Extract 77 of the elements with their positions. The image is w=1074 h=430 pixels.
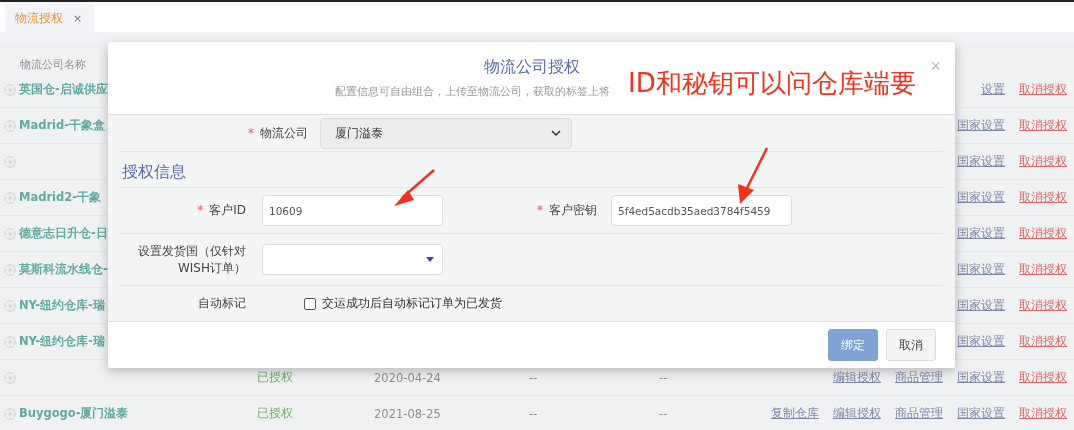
plus-circle-icon[interactable] [4, 263, 16, 276]
plus-circle-icon[interactable] [4, 83, 16, 96]
company-name: 英国仓-启诚供应 [19, 82, 108, 96]
plus-circle-icon[interactable] [4, 371, 16, 384]
date-text: 2021-08-25 [374, 406, 442, 421]
action-link[interactable]: 国家设置 [957, 154, 1005, 169]
action-link[interactable]: 国家设置 [957, 190, 1005, 205]
date-text: 2020-04-24 [374, 370, 442, 385]
action-link[interactable]: 取消授权 [1019, 406, 1067, 421]
action-link[interactable]: 设置 [981, 82, 1005, 97]
status-text: 已授权 [257, 406, 294, 421]
required-mark: * [197, 203, 204, 217]
chevron-down-icon [551, 129, 561, 137]
checkbox[interactable] [304, 297, 316, 310]
status-text: 已授权 [257, 370, 294, 385]
action-link[interactable]: 编辑授权 [833, 370, 881, 385]
field-label: * 客户密钥 [536, 202, 598, 219]
action-link[interactable]: 编辑授权 [833, 406, 881, 421]
action-link[interactable]: 国家设置 [957, 334, 1005, 349]
company-name: NY-纽约仓库-瑞 [19, 298, 105, 312]
close-icon[interactable]: × [73, 11, 83, 25]
cancel-button[interactable]: 取消 [886, 329, 936, 361]
action-link[interactable]: 商品管理 [895, 370, 943, 385]
plus-circle-icon[interactable] [4, 299, 16, 312]
company-name: Madrid-干象盒 [19, 118, 106, 132]
field-label: 自动标记 [197, 295, 247, 312]
input-field[interactable]: 5f4ed5acdb35aed3784f5459 [611, 195, 792, 226]
action-link[interactable]: 取消授权 [1019, 334, 1067, 349]
action-link[interactable]: 国家设置 [957, 226, 1005, 241]
dialog-title: 物流公司授权 [483, 57, 580, 78]
company-name: 德意志日升仓-日 [19, 226, 108, 240]
action-link[interactable]: 国家设置 [957, 406, 1005, 421]
table-cell-text: -- [659, 370, 669, 385]
table-cell-text: -- [659, 406, 669, 421]
section-title: 授权信息 [120, 152, 943, 188]
plus-circle-icon[interactable] [4, 407, 16, 420]
required-mark: * [537, 203, 543, 217]
company-name: Madrid2-干象 [19, 190, 102, 204]
plus-circle-icon[interactable] [4, 227, 16, 240]
action-link[interactable]: 国家设置 [957, 118, 1005, 133]
action-link[interactable]: 国家设置 [957, 370, 1005, 385]
action-link[interactable]: 复制仓库 [771, 406, 819, 421]
annotation-text: ID和秘钥可以问仓库端要 [628, 67, 916, 100]
tab[interactable]: 物流授权 × [5, 4, 95, 32]
action-link[interactable]: 取消授权 [1019, 298, 1067, 313]
field-label: 设置发货国（仅针对WISH订单） [137, 242, 247, 277]
action-link[interactable]: 商品管理 [895, 406, 943, 421]
table-cell-text: -- [529, 370, 539, 385]
company-name: 莫斯科流水线仓- [19, 262, 108, 276]
action-link[interactable]: 取消授权 [1019, 154, 1067, 169]
action-link[interactable]: 取消授权 [1019, 118, 1067, 133]
close-button[interactable]: × [930, 56, 941, 77]
bind-button[interactable]: 绑定 [828, 329, 878, 361]
action-link[interactable]: 取消授权 [1019, 82, 1067, 97]
country-select[interactable] [262, 244, 443, 275]
company-name: Buygogo-厦门溢泰 [19, 406, 129, 420]
plus-circle-icon[interactable] [4, 119, 16, 132]
checkbox-label: 交运成功后自动标记订单为已发货 [322, 295, 502, 312]
company-name: NY-纽约仓库-瑞 [19, 334, 105, 348]
action-link[interactable]: 国家设置 [957, 262, 1005, 277]
input-field[interactable]: 10609 [262, 195, 443, 226]
plus-circle-icon[interactable] [4, 155, 16, 168]
action-link[interactable]: 取消授权 [1019, 262, 1067, 277]
required-mark: * [248, 125, 254, 140]
action-link[interactable]: 国家设置 [957, 298, 1005, 313]
field-label: * 客户ID [196, 202, 247, 219]
table-cell-text: -- [529, 406, 539, 421]
caret-down-icon [426, 257, 434, 262]
plus-circle-icon[interactable] [4, 335, 16, 348]
dialog-subtitle: 配置信息可自由组合，上传至物流公司，获取的标签上将 [335, 84, 610, 99]
action-link[interactable]: 取消授权 [1019, 226, 1067, 241]
action-link[interactable]: 取消授权 [1019, 370, 1067, 385]
plus-circle-icon[interactable] [4, 191, 16, 204]
action-link[interactable]: 取消授权 [1019, 190, 1067, 205]
arrow-drawing [392, 168, 436, 208]
column-header: 物流公司名称 [20, 58, 86, 72]
field-label: * 物流公司 [247, 124, 309, 142]
